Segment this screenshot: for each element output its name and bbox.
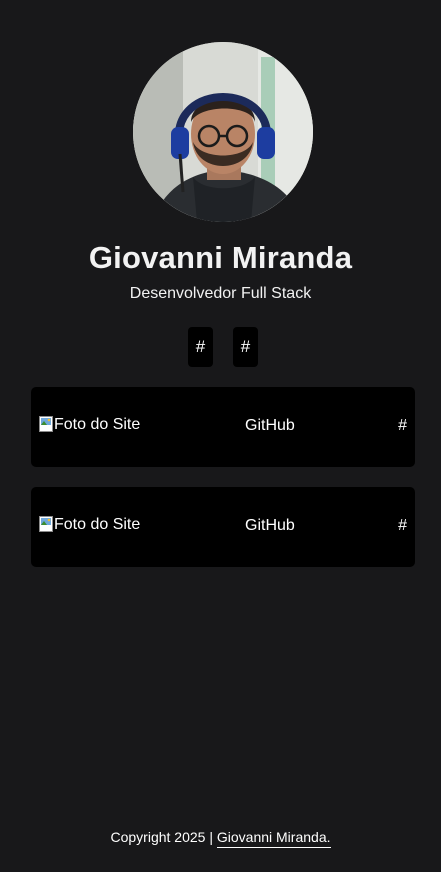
footer: Copyright 2025 | Giovanni Miranda.: [0, 829, 441, 848]
card-link[interactable]: #: [398, 517, 407, 535]
profile-avatar: [133, 42, 313, 222]
social-link-2[interactable]: #: [233, 327, 258, 367]
profile-role: Desenvolvedor Full Stack: [129, 285, 312, 302]
card-image: Foto do Site: [39, 516, 140, 534]
card-title: GitHub: [245, 417, 295, 434]
broken-image-icon: [39, 416, 53, 432]
card-title: GitHub: [245, 517, 295, 534]
card-link[interactable]: #: [398, 417, 407, 435]
project-card-1[interactable]: Foto do Site GitHub #: [31, 387, 415, 467]
broken-image-icon: [39, 516, 53, 532]
card-image: Foto do Site: [39, 416, 140, 434]
card-image-alt: Foto do Site: [54, 516, 141, 533]
profile-name: Giovanni Miranda: [88, 240, 353, 275]
social-links: # #: [188, 327, 258, 367]
project-card-2[interactable]: Foto do Site GitHub #: [31, 487, 415, 567]
footer-copyright: Copyright 2025 |: [110, 829, 217, 845]
social-link-1[interactable]: #: [188, 327, 213, 367]
footer-author-link[interactable]: Giovanni Miranda.: [216, 829, 331, 848]
card-image-alt: Foto do Site: [54, 416, 141, 433]
avatar-photo: [133, 42, 313, 222]
